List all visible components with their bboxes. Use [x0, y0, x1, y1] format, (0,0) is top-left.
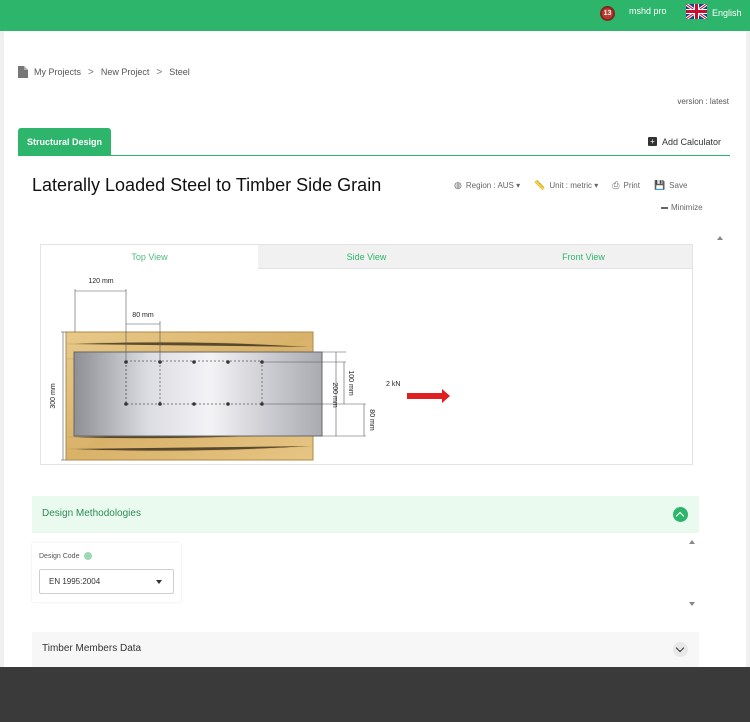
ruler-icon: 📏: [534, 180, 546, 190]
info-icon[interactable]: [84, 552, 93, 560]
calculator-title: Laterally Loaded Steel to Timber Side Gr…: [32, 175, 382, 195]
section-timber-members[interactable]: Timber Members Data: [32, 632, 699, 667]
breadcrumb-steel: Steel: [169, 67, 190, 77]
breadcrumb-separator: >: [156, 66, 163, 78]
tab-front-view[interactable]: Front View: [475, 245, 692, 269]
scroll-up-arrow-icon[interactable]: [717, 236, 723, 240]
tab-side-view[interactable]: Side View: [258, 245, 475, 269]
plus-icon: +: [647, 137, 657, 146]
calculator-toolbar: ◍ Region : AUS ▾ 📏 Unit : metric ▾ ⎙ Pri…: [454, 180, 701, 191]
minimize-button[interactable]: Minimize: [661, 203, 703, 212]
top-bar: 13 mshd pro English: [0, 0, 750, 31]
bolt: [192, 360, 196, 364]
design-code-card: Design Code EN 1995:2004: [32, 543, 181, 602]
breadcrumb-new-project[interactable]: New Project: [101, 67, 150, 77]
connection-drawing: 120 mm 80 mm 300 mm 200 mm 100 mm 80 mm …: [50, 278, 450, 461]
bolt: [158, 402, 162, 406]
steel-plate: [73, 351, 323, 437]
notification-badge[interactable]: 13: [600, 6, 615, 21]
load-label: 2 kN: [386, 381, 400, 388]
section-title: Design Methodologies: [42, 508, 141, 519]
dim-plate-height: 200 mm: [331, 382, 338, 407]
section-design-methodologies[interactable]: Design Methodologies: [32, 496, 699, 533]
drawing-viewer: Top View Side View Front View 120 mm 80 …: [40, 244, 693, 465]
save-button[interactable]: 💾 Save: [654, 180, 687, 191]
view-tabs: Top View Side View Front View: [41, 245, 692, 269]
bolt: [226, 360, 230, 364]
scroll-down-arrow-icon[interactable]: [689, 602, 695, 606]
tab-structural-design[interactable]: Structural Design: [18, 128, 111, 155]
frame-left: [0, 31, 4, 671]
region-dropdown[interactable]: ◍ Region : AUS ▾: [454, 180, 520, 191]
dim-inner-spacing: 80 mm: [132, 312, 154, 319]
floppy-disk-icon: 💾: [653, 180, 666, 190]
dim-left-height: 300 mm: [50, 383, 57, 408]
minus-icon: [661, 206, 668, 209]
language-selector[interactable]: English: [712, 8, 742, 18]
frame-right: [746, 31, 750, 671]
print-button[interactable]: ⎙ Print: [612, 180, 640, 191]
caret-down-icon: ▾: [592, 181, 599, 190]
region-label: Region : AUS: [465, 181, 514, 190]
breadcrumb-my-projects[interactable]: My Projects: [34, 67, 81, 77]
save-label: Save: [669, 181, 688, 190]
unit-label: Unit : metric: [549, 181, 593, 190]
bolt: [226, 402, 230, 406]
scroll-up-arrow-icon[interactable]: [689, 540, 695, 544]
dim-edge-distance: 80 mm: [368, 409, 375, 431]
user-menu[interactable]: mshd pro: [629, 6, 667, 16]
printer-icon: ⎙: [612, 180, 620, 190]
document-icon: [18, 66, 28, 78]
bolt: [192, 402, 196, 406]
unit-dropdown[interactable]: 📏 Unit : metric ▾: [534, 180, 598, 191]
design-code-label-text: Design Code: [39, 552, 80, 560]
dim-top-spacing: 120 mm: [88, 278, 113, 285]
chevron-up-icon[interactable]: [673, 507, 688, 522]
breadcrumb-separator: >: [88, 66, 94, 78]
version-label: version : latest: [677, 97, 729, 106]
minimize-label: Minimize: [671, 203, 703, 212]
uk-flag-icon[interactable]: [686, 4, 707, 19]
chevron-down-icon[interactable]: [673, 642, 688, 657]
print-label: Print: [623, 181, 640, 190]
breadcrumb: My Projects > New Project > Steel: [18, 66, 190, 78]
load-arrow-icon: [407, 389, 450, 403]
dim-bolt-row-spacing: 100 mm: [347, 370, 354, 395]
caret-down-icon: ▾: [513, 181, 521, 190]
globe-icon: ◍: [454, 180, 462, 190]
bottom-overlay: [0, 667, 750, 722]
caret-down-icon: [156, 580, 162, 584]
design-code-value: EN 1995:2004: [49, 577, 101, 586]
section-title: Timber Members Data: [42, 643, 142, 654]
bolt: [124, 402, 128, 406]
add-calculator-button[interactable]: + Add Calculator: [640, 128, 729, 155]
design-code-select[interactable]: EN 1995:2004: [39, 569, 174, 594]
add-calculator-label: Add Calculator: [661, 136, 722, 147]
tab-top-view[interactable]: Top View: [41, 245, 258, 269]
design-code-label: Design Code: [39, 552, 93, 560]
